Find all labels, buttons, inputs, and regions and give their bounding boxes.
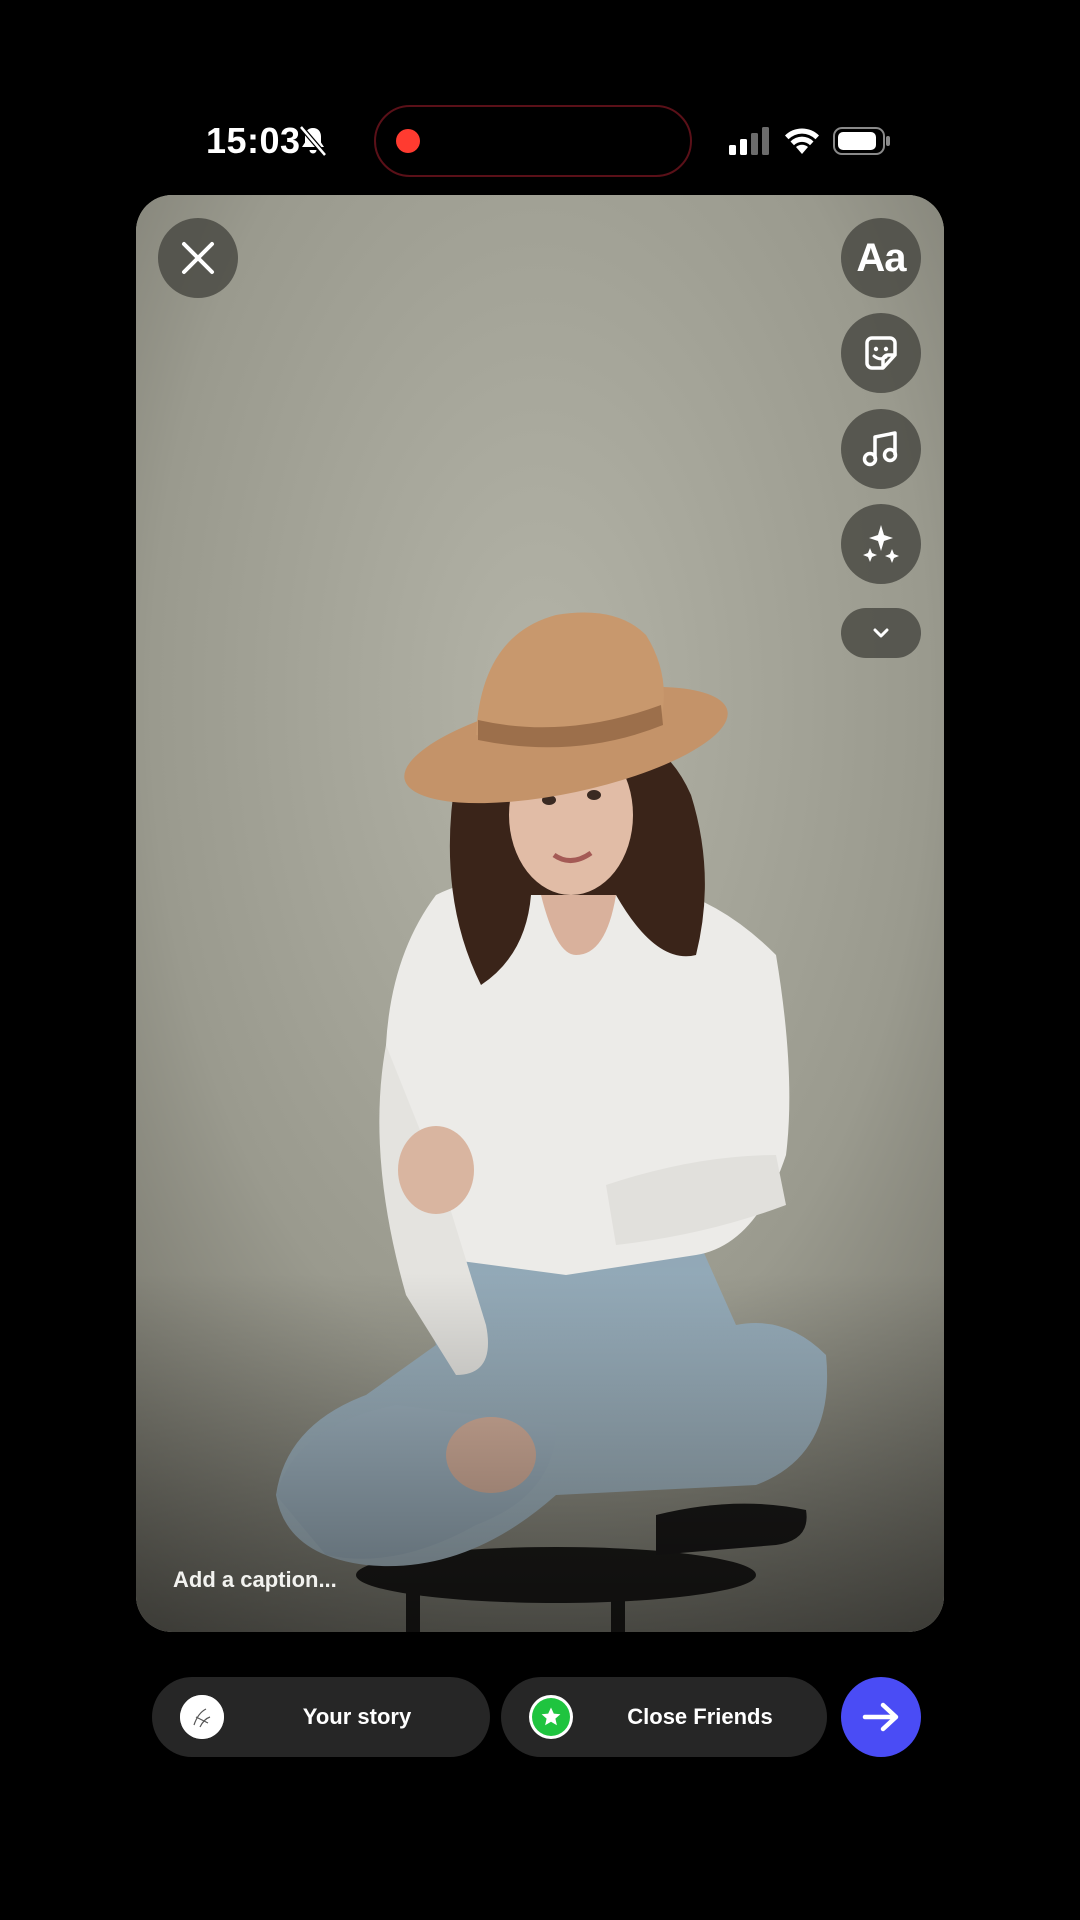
star-icon	[541, 1707, 561, 1726]
your-story-label: Your story	[302, 1704, 412, 1729]
dynamic-island[interactable]	[374, 105, 692, 177]
arrow-right-icon	[862, 1702, 899, 1732]
send-button[interactable]	[841, 1677, 921, 1757]
text-tool-button[interactable]: Aa	[841, 218, 921, 298]
music-note-icon	[862, 431, 898, 467]
text-tool-label: Aa	[856, 235, 906, 280]
more-tools-button[interactable]	[841, 608, 921, 658]
your-story-button[interactable]: Your story	[152, 1677, 490, 1757]
close-icon	[182, 242, 214, 274]
wifi-icon	[785, 128, 819, 154]
sticker-icon	[865, 336, 897, 370]
avatar	[180, 1695, 224, 1739]
close-friends-badge	[529, 1695, 573, 1739]
close-button[interactable]	[158, 218, 238, 298]
story-photo-image	[136, 195, 944, 1632]
battery-icon	[833, 127, 890, 155]
bell-muted-icon	[299, 125, 327, 157]
story-photo[interactable]: Aa Add a caption...	[136, 195, 944, 1632]
close-friends-label: Close Friends	[627, 1704, 773, 1729]
close-friends-button[interactable]: Close Friends	[501, 1677, 827, 1757]
chevron-down-icon	[873, 628, 889, 638]
recording-dot-icon	[396, 129, 420, 153]
status-time: 15:03	[206, 120, 301, 161]
cellular-signal-icon	[729, 127, 769, 155]
effects-tool-button[interactable]	[841, 504, 921, 584]
status-bar: 15:03	[0, 100, 1080, 184]
music-tool-button[interactable]	[841, 409, 921, 489]
sticker-tool-button[interactable]	[841, 313, 921, 393]
sparkles-icon	[863, 525, 899, 563]
caption-input[interactable]: Add a caption...	[173, 1567, 337, 1593]
avatar-sketch-image	[180, 1695, 224, 1739]
